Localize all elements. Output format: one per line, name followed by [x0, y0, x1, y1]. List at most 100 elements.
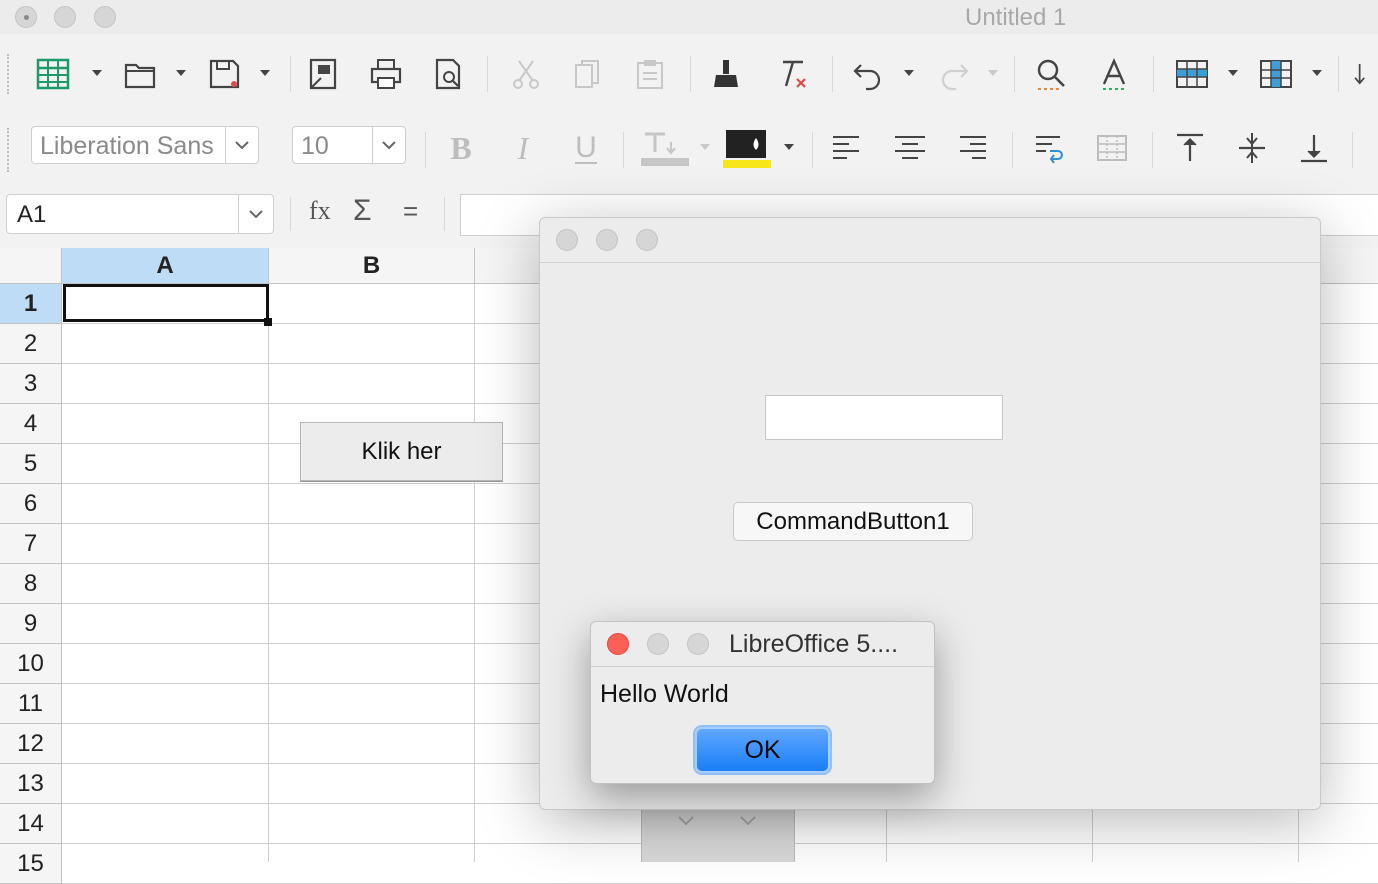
toolbar-separator [690, 56, 691, 92]
center-vertically-icon[interactable] [1232, 128, 1272, 168]
form-control-remnant [641, 808, 795, 862]
align-top-icon[interactable] [1170, 128, 1210, 168]
row-header[interactable]: 9 [0, 604, 62, 644]
column-icon[interactable] [1256, 54, 1296, 94]
standard-toolbar [0, 34, 1378, 114]
highlight-dropdown-icon[interactable] [784, 144, 794, 150]
toolbar-separator [1352, 132, 1353, 168]
command-button-1[interactable]: CommandButton1 [733, 502, 973, 541]
sheet-push-button-label: Klik her [361, 437, 442, 465]
export-pdf-icon[interactable] [303, 54, 343, 94]
message-box-titlebar: LibreOffice 5.... [591, 622, 934, 667]
print-preview-icon[interactable] [428, 54, 468, 94]
minimize-window-button[interactable] [54, 6, 76, 28]
toolbar-separator [1338, 56, 1339, 92]
message-minimize-button[interactable] [647, 633, 669, 655]
command-button-label: CommandButton1 [756, 507, 950, 535]
row-header[interactable]: 15 [0, 844, 62, 884]
open-icon[interactable] [120, 54, 160, 94]
toolbar-grip[interactable] [7, 54, 11, 94]
font-color-dropdown-icon[interactable] [700, 144, 710, 150]
undo-dropdown-icon[interactable] [904, 70, 914, 76]
form-dialog-titlebar [540, 218, 1320, 263]
row-header[interactable]: 3 [0, 364, 62, 404]
toolbar-grip[interactable] [7, 128, 11, 172]
select-all-corner[interactable] [0, 248, 62, 284]
redo-dropdown-icon[interactable] [988, 70, 998, 76]
clone-formatting-icon[interactable] [706, 54, 746, 94]
sheet-push-button[interactable]: Klik her [300, 422, 503, 481]
spreadsheet-icon[interactable] [33, 54, 73, 94]
undo-icon[interactable] [848, 54, 888, 94]
font-name-combo[interactable]: Liberation Sans [31, 126, 259, 164]
row-header[interactable]: 4 [0, 404, 62, 444]
column-header-b[interactable]: B [269, 248, 475, 284]
align-bottom-icon[interactable] [1294, 128, 1334, 168]
row-header[interactable]: 13 [0, 764, 62, 804]
row-header[interactable]: 10 [0, 644, 62, 684]
row-header[interactable]: 12 [0, 724, 62, 764]
form-text-field[interactable] [765, 395, 1003, 440]
message-zoom-button[interactable] [687, 633, 709, 655]
row-header[interactable]: 6 [0, 484, 62, 524]
close-window-button[interactable] [15, 6, 37, 28]
column-dropdown-icon[interactable] [1312, 70, 1322, 76]
font-size-combo[interactable]: 10 [292, 126, 406, 164]
chevron-down-icon[interactable] [238, 195, 273, 233]
save-dropdown-icon[interactable] [260, 70, 270, 76]
copy-icon[interactable] [568, 54, 608, 94]
align-center-icon[interactable] [890, 128, 930, 168]
paste-icon[interactable] [630, 54, 670, 94]
message-box-dialog: LibreOffice 5.... Hello World OK [590, 621, 935, 784]
chevron-down-icon[interactable] [372, 127, 405, 163]
form-close-button[interactable] [556, 229, 578, 251]
redo-icon[interactable] [934, 54, 974, 94]
row-header[interactable]: 11 [0, 684, 62, 724]
equals-symbol: = [403, 196, 419, 226]
chevron-down-icon[interactable] [225, 127, 258, 163]
fill-handle[interactable] [264, 318, 272, 326]
italic-icon[interactable]: I [503, 128, 543, 168]
toolbar-separator [1012, 132, 1013, 168]
form-minimize-button[interactable] [596, 229, 618, 251]
new-dropdown-icon[interactable] [92, 70, 102, 76]
sum-icon[interactable]: Σ [353, 194, 372, 228]
row-dropdown-icon[interactable] [1228, 70, 1238, 76]
function-wizard-label: fx [309, 196, 331, 225]
merge-cells-icon[interactable] [1092, 128, 1132, 168]
wrap-text-icon[interactable] [1029, 128, 1069, 168]
underline-icon[interactable]: U [566, 128, 606, 168]
bold-icon[interactable]: B [441, 128, 481, 168]
find-replace-icon[interactable] [1031, 54, 1071, 94]
font-color-icon[interactable] [641, 128, 689, 168]
row-header[interactable]: 8 [0, 564, 62, 604]
ok-button[interactable]: OK [695, 727, 830, 773]
print-icon[interactable] [366, 54, 406, 94]
align-right-icon[interactable] [953, 128, 993, 168]
align-left-icon[interactable] [826, 128, 866, 168]
cut-icon[interactable] [506, 54, 546, 94]
function-icon[interactable]: = [403, 196, 418, 227]
form-zoom-button[interactable] [636, 229, 658, 251]
highlight-color-icon[interactable] [723, 128, 773, 168]
zoom-window-button[interactable] [94, 6, 116, 28]
sort-icon[interactable] [1352, 54, 1378, 94]
row-header[interactable]: 1 [0, 284, 62, 324]
row-header[interactable]: 7 [0, 524, 62, 564]
font-name-value: Liberation Sans [40, 132, 214, 160]
ok-button-label: OK [744, 735, 781, 764]
row-header[interactable]: 2 [0, 324, 62, 364]
open-dropdown-icon[interactable] [176, 70, 186, 76]
column-header-a[interactable]: A [62, 248, 269, 284]
selected-cell-a1[interactable] [63, 284, 269, 322]
function-wizard-icon[interactable]: fx [309, 196, 339, 234]
row-icon[interactable] [1172, 54, 1212, 94]
name-box[interactable]: A1 [6, 194, 274, 234]
save-icon[interactable] [204, 54, 244, 94]
row-header[interactable]: 5 [0, 444, 62, 484]
toolbar-separator [623, 132, 624, 168]
clear-formatting-icon[interactable] [772, 54, 812, 94]
spelling-icon[interactable] [1094, 54, 1134, 94]
message-close-button[interactable] [607, 633, 629, 655]
row-header[interactable]: 14 [0, 804, 62, 844]
